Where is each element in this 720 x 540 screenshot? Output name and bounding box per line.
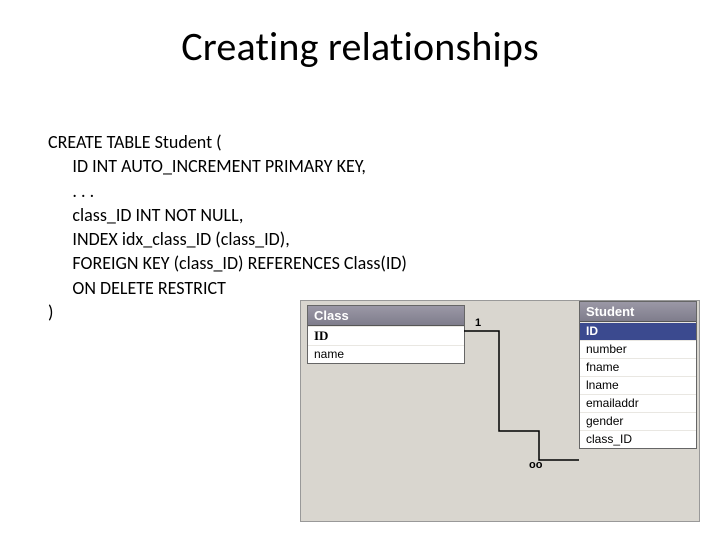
slide-title: Creating relationships bbox=[0, 22, 720, 71]
entity-student: Student ID number fname lname emailaddr … bbox=[579, 301, 697, 449]
cardinality-many: oo bbox=[529, 459, 542, 471]
entity-student-field-number: number bbox=[580, 340, 696, 358]
entity-class-field-name: name bbox=[308, 345, 464, 363]
entity-student-header: Student bbox=[580, 302, 696, 322]
entity-student-field-gender: gender bbox=[580, 412, 696, 430]
entity-class-header: Class bbox=[308, 306, 464, 326]
slide: Creating relationships CREATE TABLE Stud… bbox=[0, 0, 720, 540]
cardinality-one: 1 bbox=[475, 317, 481, 329]
entity-student-field-lname: lname bbox=[580, 376, 696, 394]
er-diagram: Class ID name Student ID number fname ln… bbox=[300, 300, 700, 522]
entity-class-body: ID name bbox=[308, 326, 464, 363]
sql-code-block: CREATE TABLE Student ( ID INT AUTO_INCRE… bbox=[48, 130, 668, 324]
entity-student-body: ID number fname lname emailaddr gender c… bbox=[580, 322, 696, 448]
entity-class-field-id: ID bbox=[308, 326, 464, 345]
entity-student-field-classid: class_ID bbox=[580, 430, 696, 448]
entity-student-field-fname: fname bbox=[580, 358, 696, 376]
entity-student-field-emailaddr: emailaddr bbox=[580, 394, 696, 412]
entity-class: Class ID name bbox=[307, 305, 465, 364]
entity-student-field-id: ID bbox=[580, 322, 696, 340]
